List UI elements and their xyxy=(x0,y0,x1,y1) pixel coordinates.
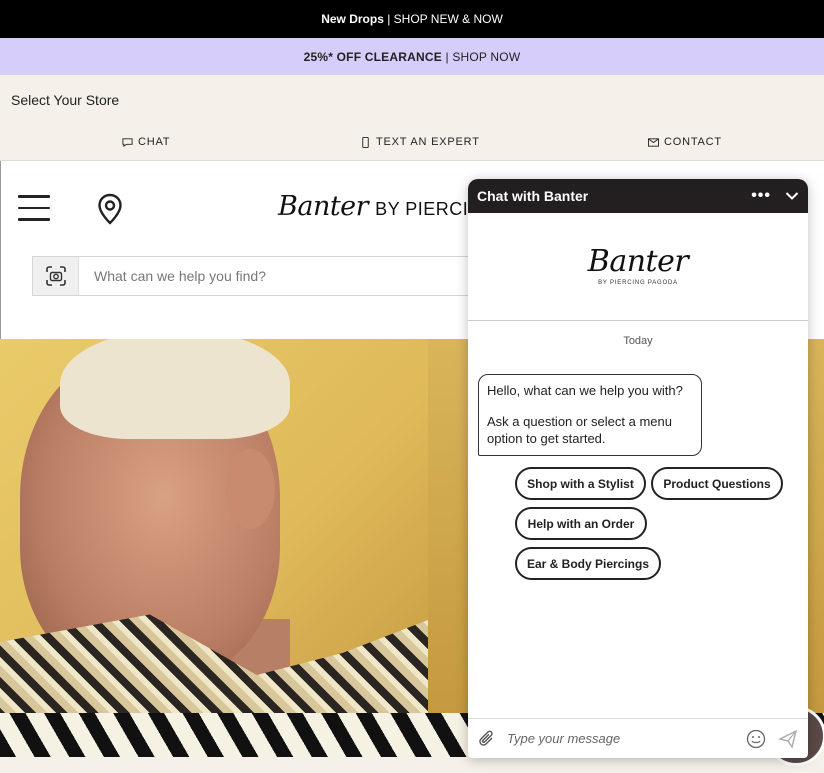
emoji-icon[interactable] xyxy=(746,729,766,749)
mail-icon xyxy=(648,137,659,147)
contact-label: CONTACT xyxy=(664,136,722,148)
text-expert-link[interactable]: TEXT AN EXPERT xyxy=(360,136,480,148)
chat-link-label: CHAT xyxy=(138,136,171,148)
chat-logo-script: Banter xyxy=(587,244,689,279)
chat-input-bar xyxy=(468,718,808,758)
chat-title: Chat with Banter xyxy=(477,188,589,204)
quick-reply-product-questions[interactable]: Product Questions xyxy=(651,467,783,500)
search-input[interactable] xyxy=(79,268,429,284)
promo-banner-separator: | xyxy=(441,49,453,64)
send-icon[interactable] xyxy=(778,729,798,749)
promo-banner[interactable]: 25%* OFF CLEARANCE | SHOP NOW xyxy=(0,38,824,75)
bot-message-line-2: Ask a question or select a menu option t… xyxy=(487,414,672,446)
bot-message-line-1: Hello, what can we help you with? xyxy=(487,383,683,398)
top-banner-bold: New Drops xyxy=(321,12,384,26)
phone-icon xyxy=(362,136,369,148)
chat-link[interactable]: CHAT xyxy=(122,136,170,148)
more-options-icon[interactable]: ••• xyxy=(751,188,771,204)
contact-bar: CHAT TEXT AN EXPERT CONTACT xyxy=(0,125,824,161)
chat-widget: Chat with Banter ••• Banter BY PIERCING … xyxy=(468,179,808,758)
paperclip-icon[interactable] xyxy=(478,730,496,748)
top-announcement-bar[interactable]: New Drops | SHOP NEW & NOW xyxy=(0,0,824,38)
menu-icon[interactable] xyxy=(18,195,50,223)
chat-message-input[interactable] xyxy=(507,731,746,746)
search-bar xyxy=(32,256,472,296)
chevron-down-icon[interactable] xyxy=(785,191,799,201)
promo-banner-bold: 25%* OFF CLEARANCE xyxy=(303,49,442,64)
contact-link[interactable]: CONTACT xyxy=(648,136,722,148)
top-banner-link[interactable]: SHOP NEW & NOW xyxy=(394,12,503,26)
select-store-link[interactable]: Select Your Store xyxy=(11,92,119,108)
chat-logo-sub: BY PIERCING PAGODA xyxy=(598,280,678,286)
quick-reply-ear-body-piercings[interactable]: Ear & Body Piercings xyxy=(515,547,661,580)
quick-reply-shop-stylist[interactable]: Shop with a Stylist xyxy=(515,467,646,500)
banter-logo[interactable]: Banter BY PIERCING xyxy=(278,191,496,222)
quick-reply-help-order[interactable]: Help with an Order xyxy=(515,507,647,540)
chat-date-divider: Today xyxy=(623,335,653,347)
store-selector-bar: Select Your Store xyxy=(0,75,824,125)
bot-message-bubble: Hello, what can we help you with? Ask a … xyxy=(478,374,702,456)
location-pin-icon[interactable] xyxy=(96,193,124,225)
logo-script: Banter xyxy=(278,191,369,222)
chat-bubble-icon xyxy=(122,137,133,147)
top-banner-separator: | xyxy=(383,12,394,26)
text-expert-label: TEXT AN EXPERT xyxy=(376,136,480,148)
promo-banner-link[interactable]: SHOP NOW xyxy=(452,50,520,64)
hero-photo-left xyxy=(0,339,428,739)
visual-search-camera-icon[interactable] xyxy=(33,257,79,295)
chat-header: Chat with Banter ••• xyxy=(468,179,808,213)
chat-brand-logo: Banter BY PIERCING PAGODA xyxy=(468,213,808,321)
hero-bottom-strip xyxy=(0,757,824,773)
